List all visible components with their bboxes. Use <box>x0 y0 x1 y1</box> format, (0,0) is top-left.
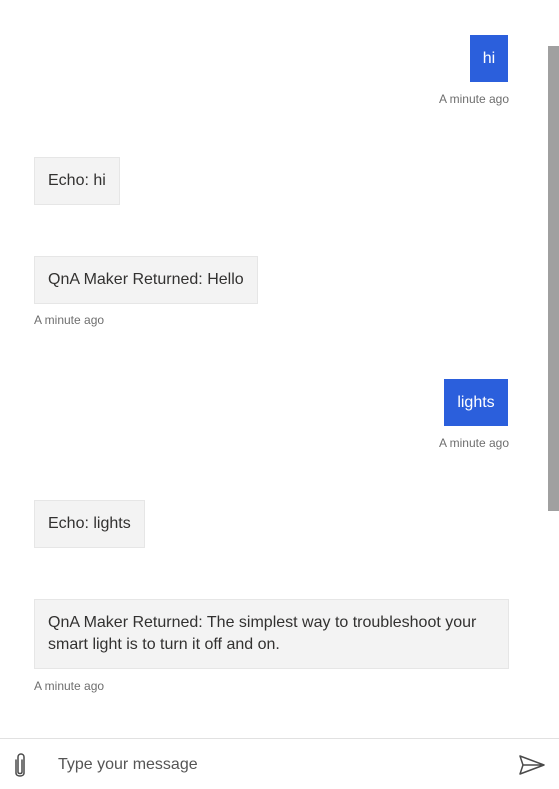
send-box <box>0 738 559 789</box>
send-icon[interactable] <box>517 753 547 777</box>
message-timestamp: A minute ago <box>34 679 105 693</box>
bot-message-bubble: QnA Maker Returned: Hello <box>34 256 258 304</box>
chat-window: hi A minute ago Echo: hi QnA Maker Retur… <box>0 0 559 789</box>
user-message-text: hi <box>482 49 496 67</box>
message-timestamp: A minute ago <box>34 313 105 327</box>
bot-message-bubble: Echo: lights <box>34 500 145 548</box>
scrollbar-thumb[interactable] <box>548 46 559 511</box>
message-timestamp: A minute ago <box>438 92 509 106</box>
bot-message-text: Echo: lights <box>48 515 131 532</box>
message-input[interactable] <box>48 751 518 779</box>
user-message-bubble: hi <box>470 35 508 82</box>
user-message-text: lights <box>457 393 495 411</box>
transcript-scrollbar[interactable] <box>548 46 559 511</box>
bot-message-text: Echo: hi <box>48 172 106 189</box>
bot-message-text: QnA Maker Returned: The simplest way to … <box>48 614 477 653</box>
paperclip-icon[interactable] <box>8 751 32 781</box>
bot-message-bubble: QnA Maker Returned: The simplest way to … <box>34 599 509 669</box>
bot-message-bubble: Echo: hi <box>34 157 120 205</box>
message-transcript[interactable]: hi A minute ago Echo: hi QnA Maker Retur… <box>0 0 559 738</box>
bot-message-text: QnA Maker Returned: Hello <box>48 271 244 288</box>
user-message-bubble: lights <box>444 379 508 426</box>
message-timestamp: A minute ago <box>438 436 509 450</box>
